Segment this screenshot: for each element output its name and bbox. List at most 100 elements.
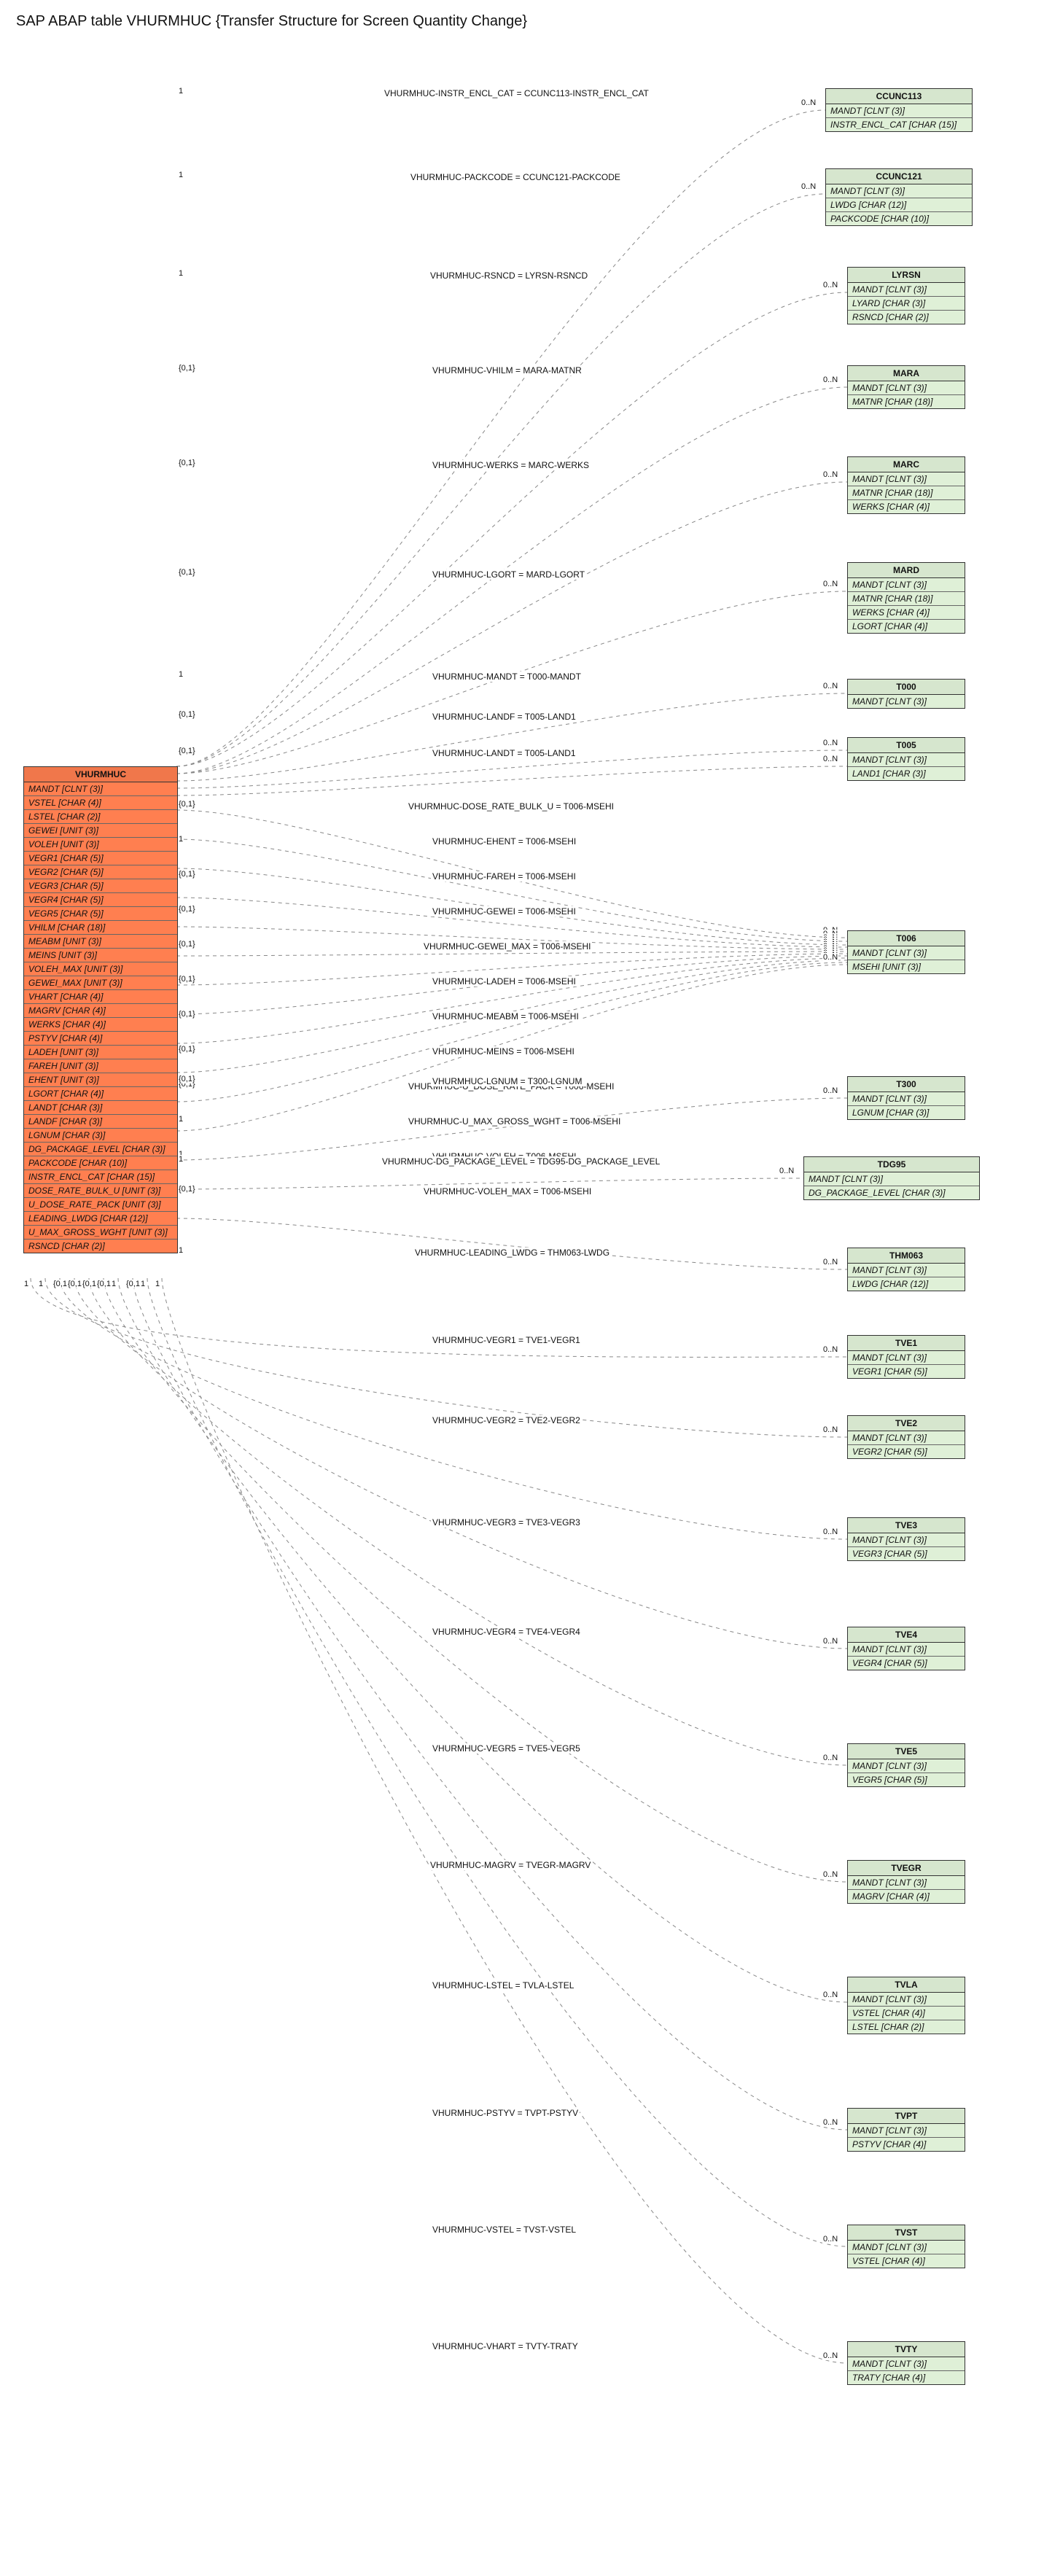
- multiplicity-source: 1: [140, 1280, 146, 1288]
- relationship-label: VHURMHUC-LANDF = T005-LAND1: [431, 712, 577, 722]
- entity-header: LYRSN: [848, 268, 965, 283]
- entity-field: MANDT [CLNT (3)]: [848, 1643, 965, 1657]
- entity-field: MANDT [CLNT (3)]: [804, 1172, 979, 1186]
- entity-field: MANDT [CLNT (3)]: [848, 1993, 965, 2007]
- relationship-edge: [176, 110, 825, 766]
- relationship-label: VHURMHUC-DG_PACKAGE_LEVEL = TDG95-DG_PAC…: [381, 1156, 661, 1167]
- multiplicity-target: 0..N: [822, 953, 838, 962]
- entity-ccunc121: CCUNC121MANDT [CLNT (3)]LWDG [CHAR (12)]…: [825, 168, 973, 226]
- entity-header: TVE3: [848, 1518, 965, 1533]
- entity-header: TVTY: [848, 2342, 965, 2357]
- entity-field: TRATY [CHAR (4)]: [848, 2371, 965, 2384]
- entity-marc: MARCMANDT [CLNT (3)]MATNR [CHAR (18)]WER…: [847, 456, 965, 514]
- relationship-label: VHURMHUC-LGNUM = T300-LGNUM: [431, 1076, 583, 1086]
- multiplicity-source: 1: [178, 87, 184, 96]
- entity-tvst: TVSTMANDT [CLNT (3)]VSTEL [CHAR (4)]: [847, 2225, 965, 2268]
- entity-header: TVPT: [848, 2109, 965, 2124]
- relationship-edge: [176, 898, 847, 947]
- entity-tvegr: TVEGRMANDT [CLNT (3)]MAGRV [CHAR (4)]: [847, 1860, 965, 1904]
- entity-field: VEGR1 [CHAR (5)]: [848, 1365, 965, 1378]
- relationship-edge: [74, 1278, 847, 1649]
- multiplicity-source: {0,1}: [178, 1045, 196, 1054]
- entity-field: LSTEL [CHAR (2)]: [848, 2020, 965, 2034]
- multiplicity-target: 0..N: [822, 580, 838, 588]
- entity-field: LGNUM [CHAR (3)]: [24, 1129, 177, 1143]
- entity-field: FAREH [UNIT (3)]: [24, 1059, 177, 1073]
- entity-field: LAND1 [CHAR (3)]: [848, 767, 965, 780]
- relationship-edge: [176, 693, 847, 781]
- entity-mard: MARDMANDT [CLNT (3)]MATNR [CHAR (18)]WER…: [847, 562, 965, 634]
- entity-header: TVE1: [848, 1336, 965, 1351]
- relationship-edge: [176, 839, 847, 941]
- relationship-label: VHURMHUC-GEWEI_MAX = T006-MSEHI: [422, 941, 592, 952]
- entity-field: GEWEI [UNIT (3)]: [24, 824, 177, 838]
- entity-vhurmhuc: VHURMHUCMANDT [CLNT (3)]VSTEL [CHAR (4)]…: [23, 766, 178, 1253]
- entity-field: MATNR [CHAR (18)]: [848, 486, 965, 500]
- entity-ccunc113: CCUNC113MANDT [CLNT (3)]INSTR_ENCL_CAT […: [825, 88, 973, 132]
- page-title: SAP ABAP table VHURMHUC {Transfer Struct…: [16, 13, 1035, 30]
- entity-field: PACKCODE [CHAR (10)]: [24, 1156, 177, 1170]
- entity-tve3: TVE3MANDT [CLNT (3)]VEGR3 [CHAR (5)]: [847, 1517, 965, 1561]
- entity-field: MANDT [CLNT (3)]: [848, 472, 965, 486]
- multiplicity-target: 0..N: [822, 1754, 838, 1762]
- multiplicity-target: 0..N: [800, 98, 817, 107]
- entity-field: MANDT [CLNT (3)]: [848, 1264, 965, 1277]
- multiplicity-target: 0..N: [822, 470, 838, 479]
- multiplicity-source: 1: [178, 1246, 184, 1255]
- entity-header: CCUNC113: [826, 89, 972, 104]
- entity-field: LGORT [CHAR (4)]: [24, 1087, 177, 1101]
- entity-t005: T005MANDT [CLNT (3)]LAND1 [CHAR (3)]: [847, 737, 965, 781]
- entity-field: DG_PACKAGE_LEVEL [CHAR (3)]: [804, 1186, 979, 1199]
- relationship-edge: [176, 952, 847, 956]
- relationship-label: VHURMHUC-EHENT = T006-MSEHI: [431, 836, 577, 847]
- relationship-label: VHURMHUC-INSTR_ENCL_CAT = CCUNC113-INSTR…: [383, 88, 650, 98]
- entity-field: RSNCD [CHAR (2)]: [848, 311, 965, 324]
- entity-field: VEGR4 [CHAR (5)]: [24, 893, 177, 907]
- entity-field: MSEHI [UNIT (3)]: [848, 960, 965, 973]
- multiplicity-source: 1: [111, 1280, 117, 1288]
- multiplicity-source: 1: [178, 835, 184, 844]
- entity-field: MANDT [CLNT (3)]: [848, 1092, 965, 1106]
- multiplicity-target: 0..N: [822, 1991, 838, 1999]
- multiplicity-target: 0..N: [822, 755, 838, 763]
- entity-field: VSTEL [CHAR (4)]: [24, 796, 177, 810]
- multiplicity-source: 1: [155, 1280, 160, 1288]
- relationship-label: VHURMHUC-MEINS = T006-MSEHI: [431, 1046, 576, 1057]
- entity-field: WERKS [CHAR (4)]: [848, 606, 965, 620]
- entity-field: MANDT [CLNT (3)]: [848, 946, 965, 960]
- entity-tve1: TVE1MANDT [CLNT (3)]VEGR1 [CHAR (5)]: [847, 1335, 965, 1379]
- relationship-label: VHURMHUC-LEADING_LWDG = THM063-LWDG: [413, 1248, 611, 1258]
- relationship-label: VHURMHUC-MAGRV = TVEGR-MAGRV: [429, 1860, 592, 1870]
- entity-field: MANDT [CLNT (3)]: [848, 283, 965, 297]
- relationship-label: VHURMHUC-GEWEI = T006-MSEHI: [431, 906, 577, 917]
- entity-field: PACKCODE [CHAR (10)]: [826, 212, 972, 225]
- relationship-label: VHURMHUC-U_MAX_GROSS_WGHT = T006-MSEHI: [407, 1116, 622, 1126]
- entity-header: MARD: [848, 563, 965, 578]
- entity-header: TVE2: [848, 1416, 965, 1431]
- entity-field: VEGR3 [CHAR (5)]: [24, 879, 177, 893]
- multiplicity-target: 0..N: [822, 1870, 838, 1879]
- entity-header: TVEGR: [848, 1861, 965, 1876]
- multiplicity-target: 0..N: [822, 2118, 838, 2127]
- entity-tvty: TVTYMANDT [CLNT (3)]TRATY [CHAR (4)]: [847, 2341, 965, 2385]
- multiplicity-source: 1: [178, 1115, 184, 1124]
- entity-field: U_DOSE_RATE_PACK [UNIT (3)]: [24, 1198, 177, 1212]
- multiplicity-source: {0,1}: [178, 747, 196, 755]
- entity-field: MANDT [CLNT (3)]: [848, 381, 965, 395]
- entity-t006: T006MANDT [CLNT (3)]MSEHI [UNIT (3)]: [847, 930, 965, 974]
- entity-header: T300: [848, 1077, 965, 1092]
- entity-field: VSTEL [CHAR (4)]: [848, 2007, 965, 2020]
- multiplicity-target: 0..N: [822, 281, 838, 289]
- entity-field: LGORT [CHAR (4)]: [848, 620, 965, 633]
- entity-field: EHENT [UNIT (3)]: [24, 1073, 177, 1087]
- multiplicity-target: 0..N: [822, 1637, 838, 1646]
- entity-t300: T300MANDT [CLNT (3)]LGNUM [CHAR (3)]: [847, 1076, 965, 1120]
- multiplicity-target: 0..N: [822, 1425, 838, 1434]
- multiplicity-source: {0,1}: [178, 905, 196, 914]
- relationship-label: VHURMHUC-VEGR4 = TVE4-VEGR4: [431, 1627, 582, 1637]
- entity-tve5: TVE5MANDT [CLNT (3)]VEGR5 [CHAR (5)]: [847, 1743, 965, 1787]
- relationship-label: VHURMHUC-VOLEH_MAX = T006-MSEHI: [422, 1186, 593, 1196]
- multiplicity-source: 1: [23, 1280, 29, 1288]
- relationship-edge: [176, 766, 847, 795]
- relationship-edge: [104, 1278, 847, 1882]
